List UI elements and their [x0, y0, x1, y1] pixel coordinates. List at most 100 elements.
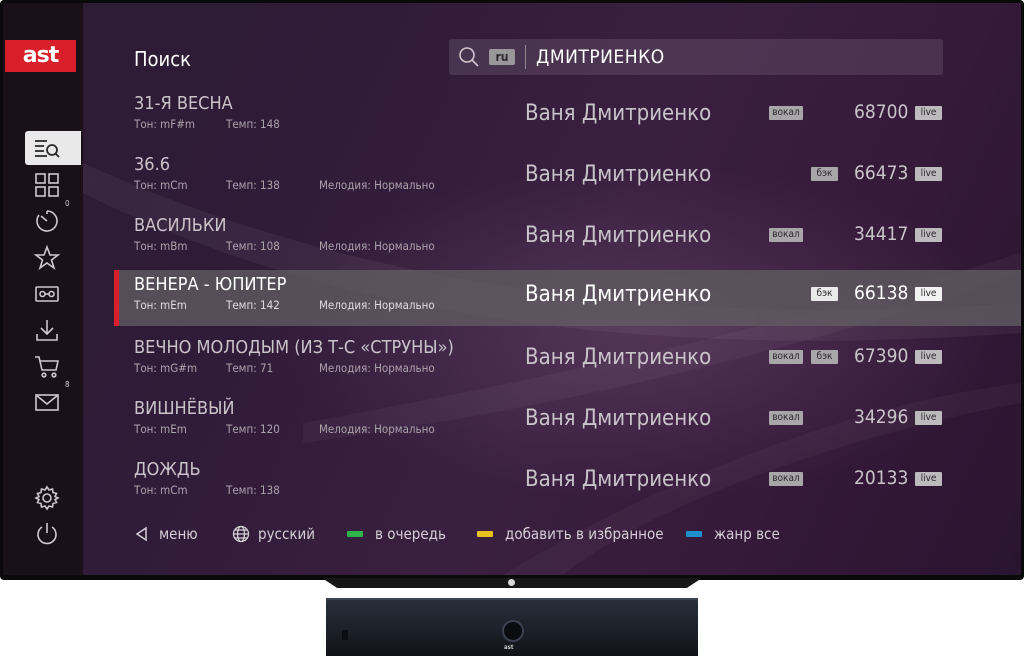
footer-menu-label: меню	[159, 525, 198, 543]
sidebar-item-cart[interactable]	[25, 349, 81, 383]
messages-badge: 8	[65, 380, 70, 389]
star-icon	[33, 244, 61, 271]
back-tag: бэк	[811, 167, 838, 181]
footer-language-label: русский	[258, 525, 316, 543]
song-tempo: Темп: 142	[226, 298, 280, 312]
song-artist: Ваня Дмитриенко	[525, 101, 712, 126]
result-row[interactable]: 36.6 Тон: mCm Темп: 138 Мелодия: Нормаль…	[114, 150, 1021, 206]
live-tag: live	[915, 350, 942, 364]
timer-icon	[36, 210, 58, 232]
footer-queue-label: в очередь	[375, 525, 446, 543]
song-artist: Ваня Дмитриенко	[525, 223, 712, 248]
search-icon	[459, 47, 479, 67]
back-tag: бэк	[811, 287, 838, 301]
song-title: 31-Я ВЕСНА	[134, 93, 233, 114]
song-melody: Мелодия: Нормально	[319, 422, 435, 436]
song-title: ВЕНЕРА - ЮПИТЕР	[134, 274, 287, 295]
blue-key-icon	[686, 531, 702, 537]
cassette-icon	[35, 286, 59, 302]
tv-screen: ast 0 8 Поиск ru ДМИТРИЕНКО 31-Я ВЕСНА Т…	[3, 3, 1021, 575]
search-bar[interactable]: ru ДМИТРИЕНКО	[449, 39, 943, 75]
box-power-button	[342, 630, 348, 640]
green-key-icon	[347, 531, 363, 537]
sidebar-item-history[interactable]: 0	[25, 199, 81, 238]
sidebar-item-favorites[interactable]	[25, 241, 81, 275]
song-tempo: Темп: 71	[226, 361, 274, 375]
box-logo: ast	[504, 644, 514, 651]
footer-genre[interactable]: жанр все	[686, 525, 780, 543]
ast-logo: ast	[5, 40, 76, 72]
sidebar-item-settings[interactable]	[25, 481, 81, 515]
song-tone: Тон: mEm	[134, 422, 187, 436]
song-tempo: Темп: 120	[226, 422, 280, 436]
song-tone: Тон: mCm	[134, 483, 188, 497]
footer-genre-label: жанр все	[714, 525, 780, 543]
vocal-tag: вокал	[769, 350, 803, 364]
result-row-selected[interactable]: ВЕНЕРА - ЮПИТЕР Тон: mEm Темп: 142 Мелод…	[114, 270, 1021, 326]
result-row[interactable]: ДОЖДЬ Тон: mCm Темп: 138 Ваня Дмитриенко…	[114, 455, 1021, 511]
download-icon	[36, 320, 58, 341]
result-row[interactable]: ВЕЧНО МОЛОДЫМ (ИЗ Т-С «СТРУНЫ») Тон: mG#…	[114, 333, 1021, 389]
back-arrow-icon	[135, 526, 147, 542]
box-top-edge	[326, 598, 698, 600]
set-top-box: ast	[326, 598, 698, 656]
song-tempo: Темп: 148	[226, 117, 280, 131]
result-row[interactable]: ВАСИЛЬКИ Тон: mBm Темп: 108 Мелодия: Нор…	[114, 211, 1021, 267]
sidebar-item-search[interactable]	[25, 131, 81, 165]
vocal-tag: вокал	[769, 228, 803, 242]
song-title: ВИШНЁВЫЙ	[134, 398, 235, 419]
box-lens	[502, 620, 524, 642]
sidebar-item-recordings[interactable]	[25, 277, 81, 311]
song-title: ВАСИЛЬКИ	[134, 215, 227, 236]
song-tone: Тон: mG#m	[134, 361, 198, 375]
page-title: Поиск	[134, 47, 191, 71]
tv-frame: ast 0 8 Поиск ru ДМИТРИЕНКО 31-Я ВЕСНА Т…	[0, 0, 1024, 580]
live-tag: live	[915, 106, 942, 120]
footer-favorite-label: добавить в избранное	[505, 525, 664, 543]
back-tag: бэк	[811, 350, 838, 364]
song-tone: Тон: mEm	[134, 298, 187, 312]
sidebar-item-downloads[interactable]	[25, 313, 81, 347]
globe-icon	[232, 525, 250, 543]
song-artist: Ваня Дмитриенко	[525, 282, 712, 307]
song-title: ДОЖДЬ	[134, 459, 201, 480]
song-number: 67390	[854, 345, 909, 367]
live-tag: live	[915, 287, 942, 301]
result-row[interactable]: ВИШНЁВЫЙ Тон: mEm Темп: 120 Мелодия: Нор…	[114, 394, 1021, 450]
search-language-chip[interactable]: ru	[489, 49, 515, 65]
song-tempo: Темп: 138	[226, 483, 280, 497]
history-badge: 0	[65, 199, 70, 208]
mail-icon	[35, 394, 59, 411]
song-artist: Ваня Дмитриенко	[525, 406, 712, 431]
song-artist: Ваня Дмитриенко	[525, 162, 712, 187]
live-tag: live	[915, 228, 942, 242]
song-tone: Тон: mCm	[134, 178, 188, 192]
sidebar-item-catalog[interactable]	[25, 168, 81, 202]
song-melody: Мелодия: Нормально	[319, 178, 435, 192]
live-tag: live	[915, 472, 942, 486]
footer-queue[interactable]: в очередь	[347, 525, 446, 543]
vocal-tag: вокал	[769, 106, 803, 120]
grid-icon	[35, 173, 59, 197]
search-divider	[525, 45, 526, 69]
song-melody: Мелодия: Нормально	[319, 361, 435, 375]
song-number: 20133	[854, 467, 909, 489]
song-number: 66138	[854, 282, 909, 304]
footer-menu[interactable]: меню	[133, 525, 198, 543]
search-query[interactable]: ДМИТРИЕНКО	[536, 46, 665, 68]
song-artist: Ваня Дмитриенко	[525, 345, 712, 370]
sidebar-item-messages[interactable]: 8	[25, 380, 81, 419]
result-row[interactable]: 31-Я ВЕСНА Тон: mF#m Темп: 148 Ваня Дмит…	[114, 89, 1021, 145]
song-melody: Мелодия: Нормально	[319, 239, 435, 253]
song-number: 66473	[854, 162, 909, 184]
footer-favorite[interactable]: добавить в избранное	[477, 525, 664, 543]
song-title: 36.6	[134, 154, 171, 175]
song-tone: Тон: mF#m	[134, 117, 195, 131]
song-tempo: Темп: 108	[226, 239, 280, 253]
song-tempo: Темп: 138	[226, 178, 280, 192]
footer-language[interactable]: русский	[232, 525, 315, 543]
cart-icon	[35, 356, 59, 378]
song-number: 34296	[854, 406, 909, 428]
live-tag: live	[915, 411, 942, 425]
song-number: 34417	[854, 223, 909, 245]
